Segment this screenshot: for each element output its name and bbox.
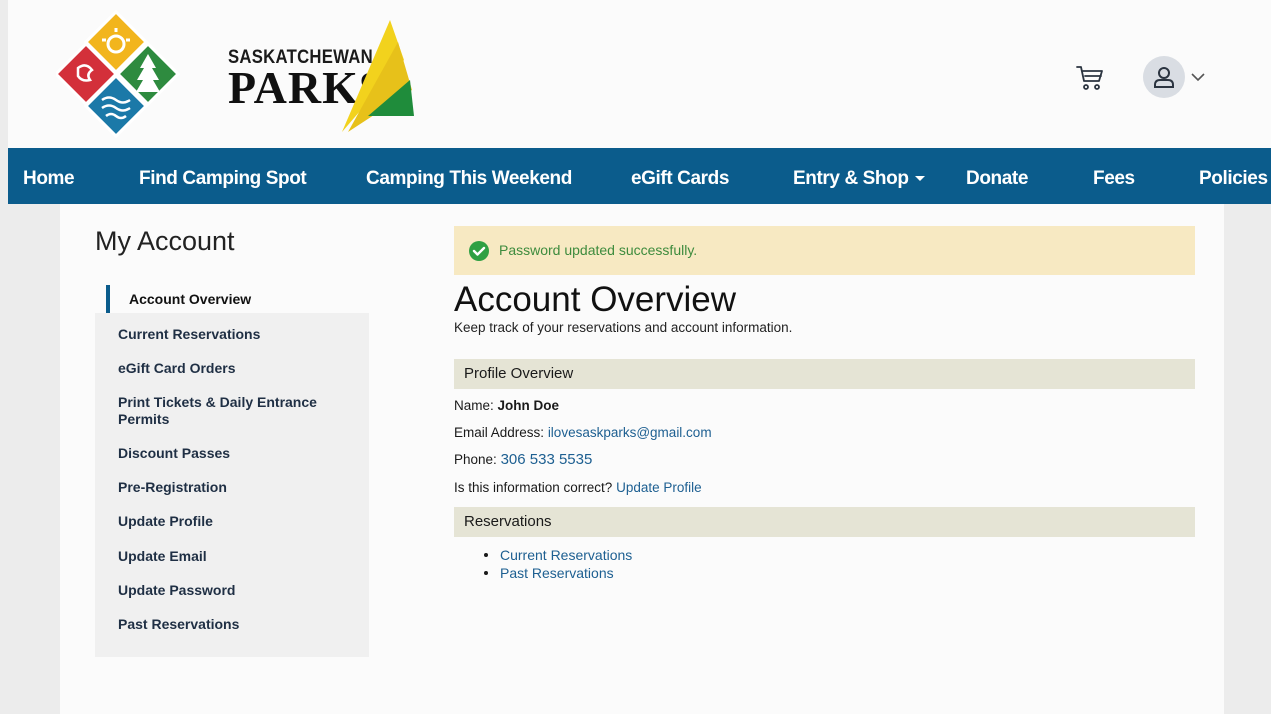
my-account-heading: My Account [95,226,235,256]
nav-fees[interactable]: Fees [1093,148,1135,204]
nav-egift-cards[interactable]: eGift Cards [631,148,729,204]
page-title: Account Overview [454,280,737,319]
past-reservations-link[interactable]: Past Reservations [484,564,632,582]
sidebar-item-egift-card-orders[interactable]: eGift Card Orders [95,360,369,377]
phone-row: Phone: 306 533 5535 [454,451,592,468]
user-icon[interactable] [1143,56,1185,98]
sidebar-item-label: Pre-Registration [118,479,227,495]
active-indicator [106,285,110,313]
sidebar-item-label: Current Reservations [118,326,261,342]
email-label: Email Address: [454,425,545,440]
phone-link[interactable]: 306 533 5535 [501,451,593,468]
sidebar-item-account-overview[interactable]: Account Overview [95,269,369,313]
sidebar-item-update-profile[interactable]: Update Profile [95,513,369,530]
sidebar-item-label: Discount Passes [118,445,231,461]
confirm-question: Is this information correct? [454,480,613,495]
page-subtitle: Keep track of your reservations and acco… [454,320,793,335]
sidebar-item-label: Update Email [118,548,207,564]
current-reservations-link[interactable]: Current Reservations [484,546,632,564]
section-title: Profile Overview [464,365,574,382]
sidebar-item-label: Update Password [118,582,236,598]
logo-emblem-icon [53,9,181,139]
nav-entry-shop-label: Entry & Shop [793,168,909,189]
sidebar-item-update-email[interactable]: Update Email [95,548,369,565]
name-label: Name: [454,398,494,413]
sidebar-item-label: Past Reservations [118,616,240,632]
main-navigation: Home Find Camping Spot Camping This Week… [8,148,1271,204]
name-value: John Doe [497,398,560,413]
phone-label: Phone: [454,452,497,467]
nav-camping-this-weekend[interactable]: Camping This Weekend [366,148,572,204]
profile-overview-header: Profile Overview [454,359,1195,389]
logo-swoosh-icon [342,20,414,132]
saskatchewan-parks-logo[interactable]: SASKATCHEWAN PARKS [53,9,416,142]
nav-policies[interactable]: Policies [1199,148,1268,204]
sidebar-item-pre-registration[interactable]: Pre-Registration [95,479,369,496]
reservations-list: Current Reservations Past Reservations [484,546,632,582]
sidebar-item-discount-passes[interactable]: Discount Passes [95,445,369,462]
reservations-header: Reservations [454,507,1195,537]
alert-message: Password updated successfully. [499,242,698,258]
email-link[interactable]: ilovesaskparks@gmail.com [548,425,712,440]
caret-down-icon [914,176,925,182]
sidebar-item-label: Account Overview [129,291,252,307]
nav-home[interactable]: Home [23,148,75,204]
sidebar-item-label: eGift Card Orders [118,360,236,376]
check-circle-icon [469,241,489,261]
sidebar-item-label: Update Profile [118,513,213,529]
email-row: Email Address: ilovesaskparks@gmail.com [454,425,712,440]
success-alert: Password updated successfully. [454,226,1195,275]
shopping-cart-icon[interactable] [1074,62,1106,94]
confirm-row: Is this information correct? Update Prof… [454,480,702,495]
nav-donate[interactable]: Donate [966,148,1028,204]
section-title: Reservations [464,513,552,530]
sidebar-item-update-password[interactable]: Update Password [95,582,369,599]
nav-entry-shop[interactable]: Entry & Shop [793,148,925,204]
chevron-down-icon[interactable] [1191,72,1205,82]
sidebar-item-current-reservations[interactable]: Current Reservations [95,326,369,343]
site-header: SASKATCHEWAN PARKS [8,0,1271,148]
sidebar-item-past-reservations[interactable]: Past Reservations [95,616,369,633]
name-row: Name: John Doe [454,398,559,413]
sidebar-item-label: Print Tickets & Daily Entrance Permits [118,394,317,427]
account-sidebar: Account Overview Current Reservations eG… [95,269,369,657]
sidebar-item-print-tickets[interactable]: Print Tickets & Daily Entrance Permits [95,394,335,428]
nav-find-camping-spot[interactable]: Find Camping Spot [139,148,307,204]
user-menu[interactable] [1143,56,1205,98]
update-profile-link[interactable]: Update Profile [616,480,702,495]
